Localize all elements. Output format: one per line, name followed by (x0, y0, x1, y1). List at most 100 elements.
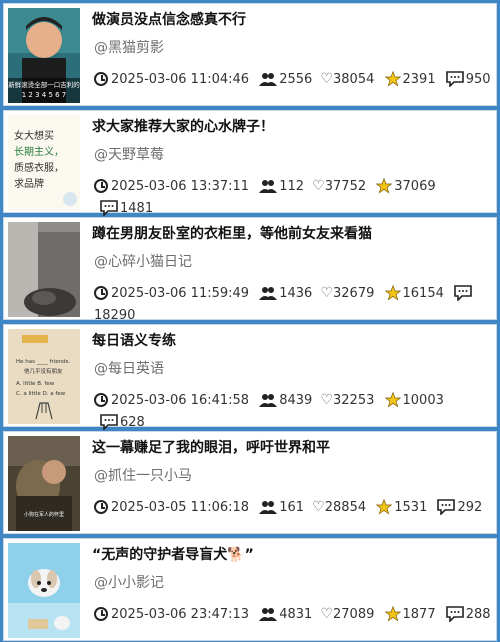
item-stars: 1877 (402, 606, 436, 622)
item-users: 2556 (279, 71, 313, 87)
comment-icon (100, 414, 118, 430)
item-title[interactable]: 做演员没点信念感真不行 (92, 10, 490, 30)
svg-text:A. little B. few: A. little B. few (16, 381, 55, 387)
users-icon (259, 180, 278, 193)
star-icon (384, 285, 401, 301)
thumbnail[interactable] (8, 543, 80, 638)
item-stars: 37069 (394, 178, 436, 194)
item-likes: 37752 (324, 178, 367, 194)
item-author[interactable]: @心碎小猫日记 (94, 251, 192, 271)
clock-icon (94, 72, 108, 86)
heart-icon: ♡ (312, 178, 325, 194)
svg-text:He has ____ friends.: He has ____ friends. (16, 359, 70, 365)
item-author[interactable]: @天野草莓 (94, 144, 164, 164)
thumbnail[interactable]: 小狗在军人的怀里 (8, 436, 80, 531)
heart-icon: ♡ (320, 392, 334, 408)
list-item[interactable]: “无声的守护者导盲犬🐕” @小小影记 2025-03-06 23:47:13 4… (3, 538, 497, 641)
item-stars: 10003 (402, 392, 444, 408)
clock-icon (94, 393, 108, 407)
item-meta: 2025-03-06 23:47:13 4831 ♡27089 1877 288 (94, 603, 492, 626)
comment-icon (437, 499, 456, 515)
list-item[interactable]: 小狗在军人的怀里 这一幕赚足了我的眼泪，呼吁世界和平 @抓住一只小马 2025-… (3, 431, 497, 534)
item-users: 8439 (279, 392, 313, 408)
item-likes: 32253 (333, 392, 375, 408)
thumbnail[interactable] (8, 222, 80, 317)
star-icon (376, 499, 393, 515)
item-likes: 27089 (333, 606, 375, 622)
svg-text:质感衣服，: 质感衣服， (14, 161, 64, 174)
item-stars: 2391 (402, 71, 436, 87)
list-item[interactable]: 新鲜滚烫全部一口吉利的 1 2 3 4 5 6 7 做演员没点信念感真不行 @黑… (3, 3, 497, 106)
item-meta: 2025-03-06 16:41:58 8439 ♡32253 10003 62… (94, 389, 492, 434)
clock-icon (94, 500, 108, 514)
users-icon (259, 394, 278, 407)
item-users: 112 (279, 178, 305, 194)
heart-icon: ♡ (312, 499, 325, 515)
thumbnail[interactable]: 新鲜滚烫全部一口吉利的 1 2 3 4 5 6 7 (8, 8, 80, 103)
item-date: 2025-03-06 23:47:13 (111, 606, 250, 622)
item-title[interactable]: 蹲在男朋友卧室的衣柜里，等他前女友来看猫 (92, 224, 490, 244)
users-icon (259, 608, 278, 621)
item-author[interactable]: @每日英语 (94, 358, 164, 378)
users-icon (259, 287, 278, 300)
item-comments: 288 (465, 606, 491, 622)
thumbnail[interactable]: He has ____ friends. 他几乎没有朋友 A. little B… (8, 329, 80, 424)
star-icon (376, 178, 393, 194)
item-likes: 32679 (333, 285, 375, 301)
item-users: 161 (279, 499, 305, 515)
item-comments: 950 (465, 71, 491, 87)
star-icon (384, 71, 401, 87)
svg-text:他几乎没有朋友: 他几乎没有朋友 (24, 367, 63, 375)
comment-icon (445, 606, 464, 622)
item-date: 2025-03-06 11:59:49 (111, 285, 250, 301)
clock-icon (94, 179, 108, 193)
comment-icon (445, 71, 464, 87)
item-author[interactable]: @抓住一只小马 (94, 465, 192, 485)
item-author[interactable]: @小小影记 (94, 572, 164, 592)
heart-icon: ♡ (320, 71, 334, 87)
item-date: 2025-03-06 16:41:58 (111, 392, 250, 408)
item-author[interactable]: @黑猫剪影 (94, 37, 164, 57)
svg-text:1 2 3 4 5 6 7: 1 2 3 4 5 6 7 (22, 91, 67, 99)
item-stars: 16154 (402, 285, 444, 301)
item-meta: 2025-03-06 11:04:46 2556 ♡38054 2391 950 (94, 68, 492, 91)
list-item[interactable]: 女大想买 长期主义， 质感衣服， 求品牌 求大家推荐大家的心水牌子！ @天野草莓… (3, 110, 497, 216)
item-likes: 28854 (324, 499, 367, 515)
svg-text:求品牌: 求品牌 (14, 177, 44, 190)
item-date: 2025-03-05 11:06:18 (111, 499, 250, 515)
svg-text:女大想买: 女大想买 (14, 129, 54, 142)
list-item[interactable]: He has ____ friends. 他几乎没有朋友 A. little B… (3, 324, 497, 430)
clock-icon (94, 286, 108, 300)
item-title[interactable]: 这一幕赚足了我的眼泪，呼吁世界和平 (92, 438, 490, 458)
feed-list: 新鲜滚烫全部一口吉利的 1 2 3 4 5 6 7 做演员没点信念感真不行 @黑… (0, 0, 500, 642)
item-title[interactable]: “无声的守护者导盲犬🐕” (92, 545, 490, 565)
svg-text:小狗在军人的怀里: 小狗在军人的怀里 (24, 511, 64, 518)
item-meta: 2025-03-06 13:37:11 112 ♡37752 37069 148… (94, 175, 492, 220)
item-comments: 628 (120, 414, 145, 430)
item-title[interactable]: 求大家推荐大家的心水牌子！ (92, 117, 490, 137)
users-icon (259, 501, 278, 514)
item-users: 1436 (279, 285, 313, 301)
heart-icon: ♡ (320, 606, 334, 622)
item-stars: 1531 (394, 499, 428, 515)
item-users: 4831 (279, 606, 313, 622)
item-date: 2025-03-06 13:37:11 (111, 178, 250, 194)
svg-text:新鲜滚烫全部一口吉利的: 新鲜滚烫全部一口吉利的 (8, 80, 80, 89)
item-title[interactable]: 每日语义专练 (92, 331, 490, 351)
item-comments: 1481 (120, 200, 154, 216)
item-comments: 292 (457, 499, 483, 515)
clock-icon (94, 607, 108, 621)
star-icon (384, 606, 401, 622)
svg-text:C. a little D. a few: C. a little D. a few (16, 391, 66, 397)
item-meta: 2025-03-06 11:59:49 1436 ♡32679 16154 18… (94, 282, 492, 327)
svg-text:长期主义，: 长期主义， (14, 146, 64, 158)
item-meta: 2025-03-05 11:06:18 161 ♡28854 1531 292 (94, 496, 492, 519)
star-icon (384, 392, 401, 408)
heart-icon: ♡ (320, 285, 334, 301)
comment-icon (454, 285, 472, 301)
item-date: 2025-03-06 11:04:46 (111, 71, 250, 87)
comment-icon (100, 200, 118, 216)
list-item[interactable]: 蹲在男朋友卧室的衣柜里，等他前女友来看猫 @心碎小猫日记 2025-03-06 … (3, 217, 497, 323)
item-comments: 18290 (94, 307, 136, 323)
thumbnail[interactable]: 女大想买 长期主义， 质感衣服， 求品牌 (8, 115, 80, 210)
